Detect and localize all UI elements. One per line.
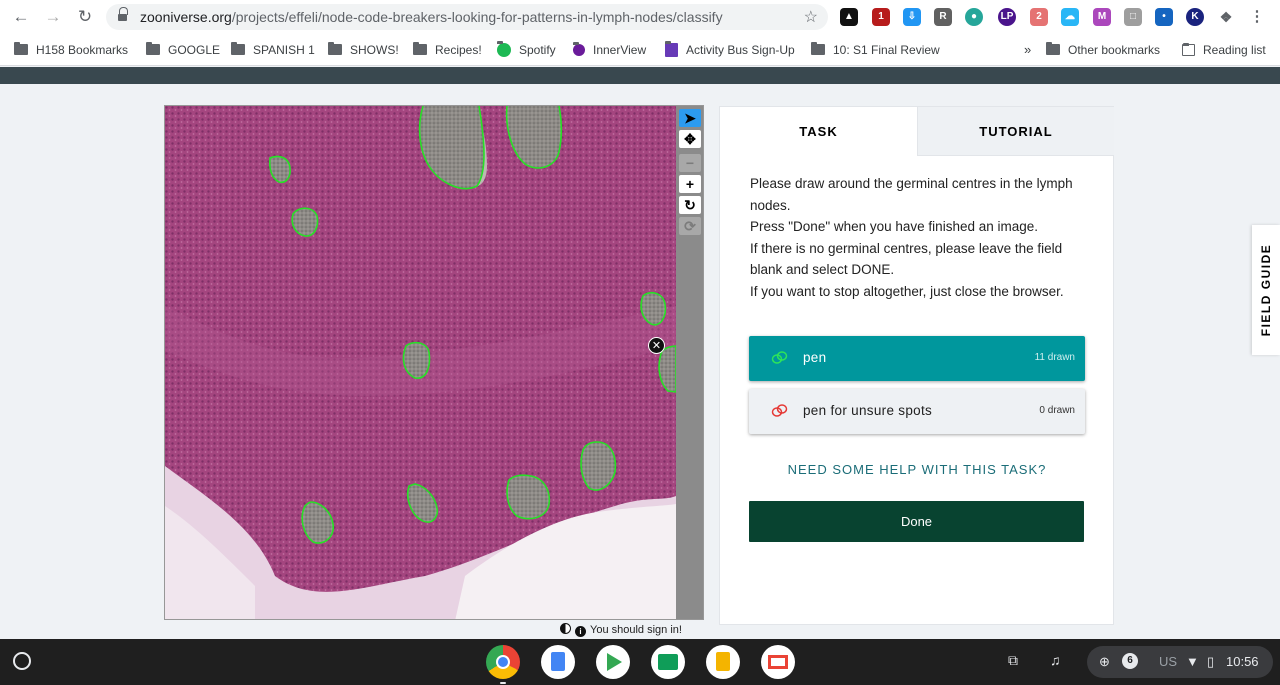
task-panel: TASK TUTORIAL Please draw around the ger… — [719, 106, 1114, 625]
folder-icon — [1046, 42, 1060, 55]
info-icon[interactable]: i — [575, 626, 586, 637]
extensions-puzzle-icon[interactable]: ❖ — [1217, 8, 1235, 26]
folder-icon — [413, 42, 427, 55]
wifi-icon: ▼ — [1186, 654, 1199, 669]
add-icon: ⊕ — [1099, 654, 1110, 669]
extension-icon[interactable]: ● — [965, 8, 983, 26]
media-controls-icon[interactable]: ♫ — [1050, 652, 1061, 668]
clock: 10:56 — [1226, 654, 1259, 669]
bookmarks-icon — [14, 42, 28, 55]
task-help-link[interactable]: NEED SOME HELP WITH THIS TASK? — [720, 462, 1114, 477]
field-guide-tab[interactable]: FIELD GUIDE — [1252, 225, 1280, 355]
tab-tutorial[interactable]: TUTORIAL — [917, 107, 1114, 156]
bookmark-h158[interactable]: H158 Bookmarks — [14, 42, 128, 58]
field-guide-label: FIELD GUIDE — [1259, 243, 1273, 337]
tab-task[interactable]: TASK — [720, 107, 917, 156]
reading-list[interactable]: Reading list — [1182, 42, 1266, 58]
chrome-app-icon[interactable] — [486, 645, 520, 679]
delete-mark-icon[interactable]: ✕ — [648, 337, 665, 354]
tool-label: pen — [803, 350, 827, 365]
extension-icon[interactable]: K — [1186, 8, 1204, 26]
bookmark-final-review[interactable]: 10: S1 Final Review — [811, 42, 940, 58]
classroom-app-icon[interactable] — [651, 645, 685, 679]
reset-view-icon[interactable]: ⟳ — [679, 217, 701, 235]
reading-list-icon — [1182, 43, 1195, 56]
extension-icon[interactable]: 1 — [872, 8, 890, 26]
instruction-line: Please draw around the germinal centres … — [750, 176, 1073, 213]
back-icon[interactable]: ← — [10, 6, 32, 28]
extension-icon[interactable]: LP — [998, 8, 1016, 26]
site-header-strip — [0, 67, 1280, 84]
other-bookmarks[interactable]: Other bookmarks — [1046, 42, 1160, 58]
tool-count: 11 drawn — [1034, 352, 1075, 363]
lock-icon — [118, 7, 128, 22]
select-arrow-icon[interactable]: ➤ — [679, 109, 701, 127]
docs-app-icon[interactable] — [541, 645, 575, 679]
bookmarks-bar: H158 Bookmarks GOOGLE SPANISH 1 SHOWS! R… — [0, 34, 1280, 66]
launcher-icon[interactable] — [13, 652, 31, 670]
os-shelf: ⧉ ♫ ⊕ 6 US ▼ ▯ 10:56 — [0, 639, 1280, 685]
extension-icon[interactable]: ⇩ — [903, 8, 921, 26]
bookmark-spotify[interactable]: Spotify — [497, 41, 556, 58]
extension-icon[interactable]: □ — [1124, 8, 1142, 26]
bookmark-google[interactable]: GOOGLE — [146, 42, 220, 58]
ime-indicator: US — [1159, 654, 1178, 669]
instruction-line: If there is no germinal centres, please … — [750, 240, 1063, 278]
done-button[interactable]: Done — [749, 501, 1084, 542]
extension-icon[interactable]: ▲ — [840, 8, 858, 26]
play-store-icon[interactable] — [596, 645, 630, 679]
bookmark-recipes[interactable]: Recipes! — [413, 42, 482, 58]
bookmark-spanish[interactable]: SPANISH 1 — [231, 42, 315, 58]
spotify-icon — [497, 41, 511, 57]
forward-icon[interactable]: → — [42, 6, 64, 28]
bookmark-innerview[interactable]: InnerView — [573, 42, 646, 58]
bookmark-star-icon[interactable]: ☆ — [804, 7, 818, 27]
holding-space-icon[interactable]: ⧉ — [1008, 652, 1018, 669]
tool-pen[interactable]: pen 11 drawn — [749, 336, 1085, 381]
extension-icon[interactable]: 2 — [1030, 8, 1048, 26]
slides-app-icon[interactable] — [706, 645, 740, 679]
extension-icon[interactable]: ☁ — [1061, 8, 1079, 26]
sign-in-notice: i You should sign in! — [560, 623, 682, 637]
notification-count: 6 — [1122, 653, 1138, 669]
rotate-icon[interactable]: ↻ — [679, 196, 701, 214]
folder-icon — [328, 42, 342, 55]
pen-unsure-tool-icon — [771, 404, 788, 417]
instruction-line: If you want to stop altogether, just clo… — [750, 283, 1064, 299]
bookmark-shows[interactable]: SHOWS! — [328, 42, 399, 58]
subject-viewer[interactable]: ➤ ✥ − + ↻ ⟳ — [164, 105, 704, 620]
address-bar[interactable]: zooniverse.org/projects/effeli/node-code… — [106, 4, 828, 30]
move-icon[interactable]: ✥ — [679, 130, 701, 148]
pen-tool-icon — [771, 351, 788, 364]
tool-label: pen for unsure spots — [803, 403, 933, 418]
tool-pen-unsure[interactable]: pen for unsure spots 0 drawn — [749, 389, 1085, 434]
folder-icon — [146, 42, 160, 55]
extension-icon[interactable]: R — [934, 8, 952, 26]
url-text[interactable]: zooniverse.org/projects/effeli/node-code… — [140, 9, 723, 25]
innerview-icon — [573, 42, 585, 56]
zoom-in-icon[interactable]: + — [679, 175, 701, 193]
folder-icon — [231, 42, 245, 55]
status-area[interactable]: ⊕ 6 US ▼ ▯ 10:56 — [1087, 646, 1273, 678]
bookmark-activity-bus[interactable]: Activity Bus Sign-Up — [665, 41, 795, 58]
running-indicator — [500, 682, 506, 684]
bookmarks-overflow[interactable]: » — [1024, 42, 1031, 58]
theme-toggle-icon[interactable] — [560, 623, 571, 634]
extension-icon[interactable]: • — [1155, 8, 1173, 26]
browser-toolbar: ← → ↻ zooniverse.org/projects/effeli/nod… — [0, 0, 1280, 34]
extension-icon[interactable]: M — [1093, 8, 1111, 26]
tool-count: 0 drawn — [1039, 405, 1075, 416]
gmail-app-icon[interactable] — [761, 645, 795, 679]
instruction-line: Press "Done" when you have finished an i… — [750, 219, 1039, 234]
battery-icon: ▯ — [1207, 654, 1215, 669]
task-instructions: Please draw around the germinal centres … — [750, 173, 1090, 302]
menu-kebab-icon[interactable]: ⋮ — [1248, 8, 1266, 26]
lymph-node-image[interactable] — [165, 106, 676, 620]
reload-icon[interactable]: ↻ — [74, 6, 96, 28]
viewer-toolbar: ➤ ✥ − + ↻ ⟳ — [676, 106, 703, 619]
forms-icon — [665, 41, 678, 57]
zoom-out-icon[interactable]: − — [679, 154, 701, 172]
folder-icon — [811, 42, 825, 55]
